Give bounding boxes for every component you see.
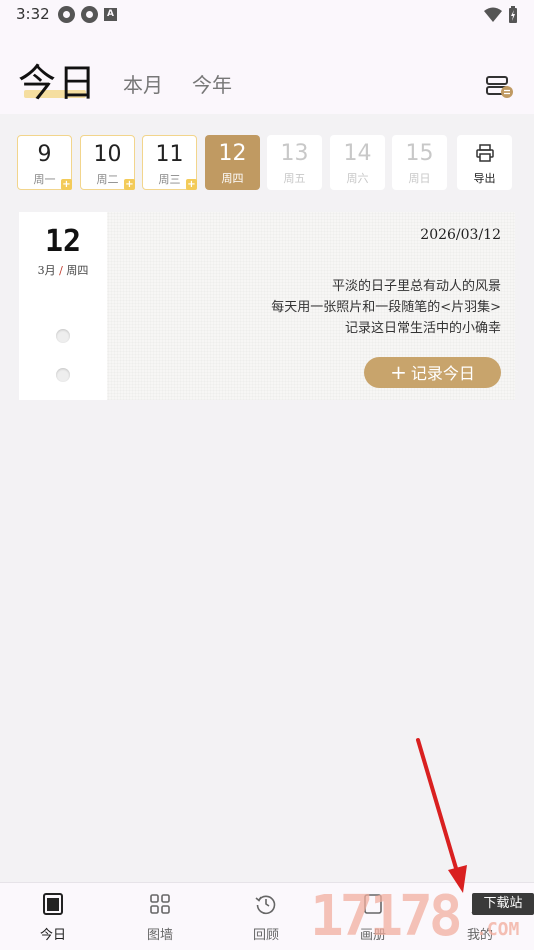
- app-icon: [58, 6, 75, 23]
- day-number: 10: [93, 142, 122, 167]
- nav-today[interactable]: 今日: [0, 883, 106, 950]
- printer-icon: [476, 144, 494, 162]
- day-number: 13: [280, 141, 309, 166]
- plus-icon: +: [390, 360, 407, 384]
- wifi-icon: [484, 7, 502, 22]
- week-strip: 9 周一 + 10 周二 + 11 周三 + 12 周四 13 周五 14 周六…: [17, 135, 517, 190]
- day-weekday: 周四: [221, 172, 244, 185]
- card-day-number: 12: [44, 224, 82, 259]
- day-weekday: 周五: [283, 172, 306, 185]
- export-button[interactable]: 导出: [457, 135, 512, 190]
- day-weekday: 周六: [346, 172, 369, 185]
- journal-card: 12 3月 / 周四 2026/03/12 平淡的日子里总有动人的风景 每天用一…: [19, 212, 515, 400]
- day-number: 9: [37, 142, 52, 167]
- binder-hole: [56, 368, 70, 382]
- day-number: 15: [405, 141, 434, 166]
- status-system-icons: [484, 6, 518, 23]
- day-11[interactable]: 11 周三 +: [142, 135, 197, 190]
- layers-swap-icon: [486, 76, 513, 98]
- header: 今日 本月 今年: [0, 30, 534, 114]
- status-notification-icons: A: [58, 6, 117, 23]
- day-13[interactable]: 13 周五: [267, 135, 322, 190]
- export-label: 导出: [473, 172, 496, 185]
- card-separator: /: [59, 264, 63, 277]
- a-icon: A: [104, 8, 117, 21]
- tab-today[interactable]: 今日: [18, 52, 98, 107]
- card-line: 每天用一张照片和一段随笔的<片羽集>: [271, 300, 501, 315]
- add-badge-icon: +: [186, 179, 197, 190]
- today-icon: [43, 893, 63, 915]
- record-today-button[interactable]: + 记录今日: [364, 357, 501, 388]
- day-10[interactable]: 10 周二 +: [80, 135, 135, 190]
- card-month: 3月: [37, 264, 56, 277]
- card-intro-text: 平淡的日子里总有动人的风景 每天用一张照片和一段随笔的<片羽集> 记录这日常生活…: [271, 276, 501, 339]
- status-bar: 3:32 A: [0, 0, 534, 30]
- day-14[interactable]: 14 周六: [330, 135, 385, 190]
- history-icon: [255, 895, 276, 915]
- app-icon: [81, 6, 98, 23]
- layers-swap-button[interactable]: [484, 72, 514, 102]
- add-badge-icon: +: [124, 179, 135, 190]
- add-badge-icon: +: [61, 179, 72, 190]
- day-15[interactable]: 15 周日: [392, 135, 447, 190]
- day-9[interactable]: 9 周一 +: [17, 135, 72, 190]
- day-weekday: 周日: [408, 172, 431, 185]
- status-time: 3:32: [16, 5, 50, 23]
- day-number: 11: [155, 142, 184, 167]
- binder-hole: [56, 329, 70, 343]
- day-number: 12: [218, 141, 247, 166]
- tab-this-year[interactable]: 今年: [192, 69, 232, 98]
- day-number: 14: [343, 141, 372, 166]
- grid-icon: [150, 894, 170, 914]
- nav-label: 图墙: [146, 928, 173, 943]
- card-content: 2026/03/12 平淡的日子里总有动人的风景 每天用一张照片和一段随笔的<片…: [107, 212, 515, 400]
- battery-icon: [509, 6, 517, 23]
- day-12-selected[interactable]: 12 周四: [205, 135, 260, 190]
- nav-label: 回顾: [252, 928, 279, 943]
- card-weekday: 周四: [66, 264, 89, 277]
- watermark-suffix: .COM: [476, 919, 520, 940]
- card-line: 记录这日常生活中的小确幸: [344, 321, 501, 336]
- record-today-label: 记录今日: [410, 364, 475, 383]
- card-full-date: 2026/03/12: [420, 227, 501, 243]
- tab-this-month[interactable]: 本月: [123, 69, 163, 98]
- watermark-badge: 下载站: [472, 893, 534, 915]
- nav-label: 今日: [39, 928, 66, 943]
- card-line: 平淡的日子里总有动人的风景: [331, 279, 501, 294]
- card-date-column: 12 3月 / 周四: [19, 212, 107, 400]
- nav-photo-wall[interactable]: 图墙: [107, 883, 213, 950]
- annotation-arrow-icon: [416, 738, 467, 893]
- nav-review[interactable]: 回顾: [213, 883, 319, 950]
- card-month-weekday: 3月 / 周四: [19, 262, 107, 278]
